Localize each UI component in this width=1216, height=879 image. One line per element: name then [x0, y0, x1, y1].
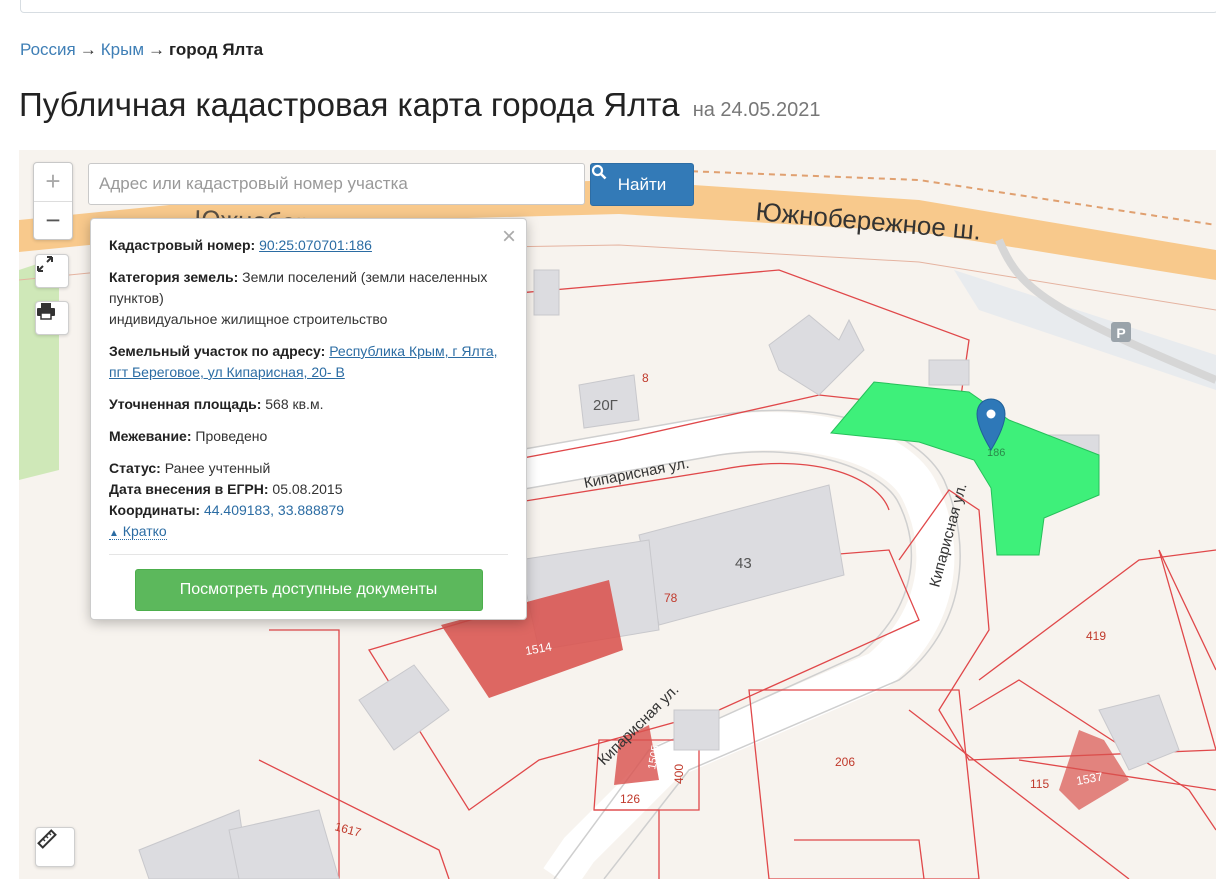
address-label: Земельный участок по адресу: — [109, 343, 326, 359]
page-title-text: Публичная кадастровая карта города Ялта — [19, 86, 680, 123]
page-title: Публичная кадастровая карта города Ялта … — [19, 86, 821, 124]
coordinates-label: Координаты: — [109, 502, 201, 518]
breadcrumb-current: город Ялта — [169, 40, 264, 59]
breadcrumb-separator: → — [79, 40, 97, 59]
zoom-out-button[interactable]: − — [34, 202, 72, 240]
building-label-20g: 20Г — [593, 397, 618, 414]
ruler-icon — [37, 829, 57, 849]
status-label: Статус: — [109, 460, 161, 476]
parcel-label-419: 419 — [1086, 629, 1106, 643]
parcel-label-206: 206 — [835, 755, 855, 769]
close-icon[interactable]: × — [502, 225, 516, 249]
parcel-label-8: 8 — [642, 371, 649, 385]
caret-up-icon: ▲ — [109, 528, 119, 539]
page-date: на 24.05.2021 — [692, 99, 821, 121]
status-value: Ранее учтенный — [164, 460, 271, 476]
survey-label: Межевание: — [109, 428, 192, 444]
zoom-control: + − — [33, 162, 73, 240]
cadastral-number-link[interactable]: 90:25:070701:186 — [259, 237, 372, 253]
survey-value: Проведено — [195, 428, 268, 444]
parcel-label-126: 126 — [620, 792, 640, 806]
print-button[interactable] — [35, 301, 69, 335]
permitted-use-value: индивидуальное жилищное строительство — [109, 311, 388, 327]
zoom-in-button[interactable]: + — [34, 163, 72, 202]
cadastral-number-label: Кадастровый номер: — [109, 237, 256, 253]
parcel-label-115: 115 — [1030, 777, 1049, 791]
breadcrumb: Россия → Крым → город Ялта — [20, 40, 263, 60]
popup-divider — [109, 554, 508, 555]
parking-strip — [954, 270, 1216, 390]
search-button-label: Найти — [617, 174, 667, 194]
collapse-label: Кратко — [122, 523, 167, 539]
parcel-label-400: 400 — [672, 764, 686, 784]
coordinates-value: 44.409183, 33.888879 — [203, 502, 345, 518]
breadcrumb-crimea[interactable]: Крым — [101, 40, 144, 59]
top-bar — [20, 0, 1216, 13]
breadcrumb-russia[interactable]: Россия — [20, 40, 76, 59]
breadcrumb-separator: → — [148, 40, 166, 59]
land-category-label: Категория земель: — [109, 269, 239, 285]
expand-icon — [37, 256, 53, 272]
cadastral-map[interactable]: P Южнобережное ш. Южнобережное ш. Кипари… — [19, 150, 1216, 879]
area-value: 568 кв.м. — [265, 396, 324, 412]
area-label: Уточненная площадь: — [109, 396, 262, 412]
search-button[interactable]: Найти — [590, 163, 694, 206]
registry-date-label: Дата внесения в ЕГРН: — [109, 481, 269, 497]
building-label-43: 43 — [735, 555, 752, 572]
printer-icon — [37, 303, 55, 320]
parking-label: P — [1116, 325, 1125, 341]
park-area — [19, 260, 59, 480]
ruler-button[interactable] — [35, 827, 75, 867]
search-input[interactable] — [88, 163, 585, 205]
parcel-info-popup: × Кадастровый номер: 90:25:070701:186 Ка… — [90, 218, 527, 620]
view-documents-button[interactable]: Посмотреть доступные документы — [134, 569, 483, 611]
search-icon — [591, 164, 607, 180]
parcel-label-1617: 1617 — [333, 819, 363, 840]
fullscreen-button[interactable] — [35, 254, 69, 288]
collapse-link[interactable]: ▲ Кратко — [109, 523, 167, 540]
parcel-label-78: 78 — [664, 591, 678, 605]
registry-date-value: 05.08.2015 — [272, 481, 343, 497]
